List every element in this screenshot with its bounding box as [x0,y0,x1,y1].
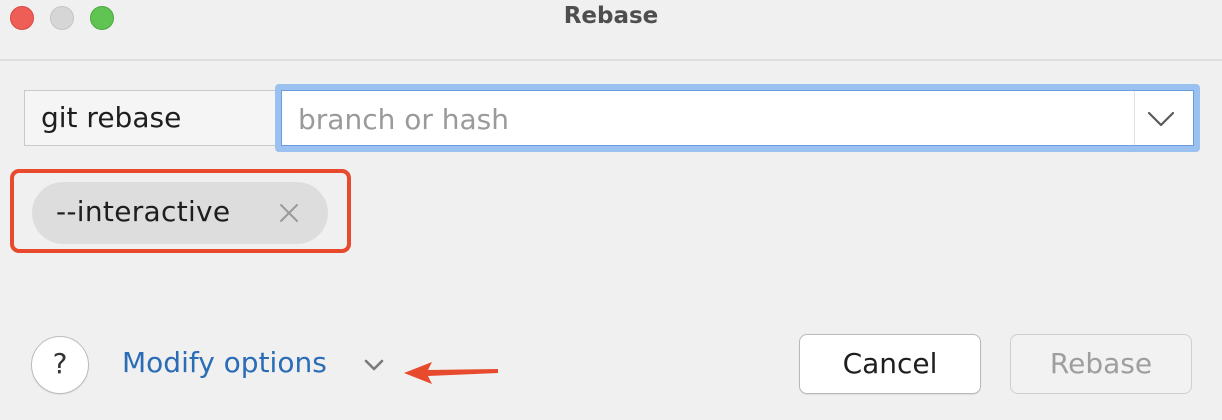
rebase-button[interactable]: Rebase [1010,334,1192,394]
modify-options-link[interactable]: Modify options [122,346,327,386]
chevron-down-icon[interactable] [363,357,385,373]
window-title: Rebase [563,3,659,29]
combobox-separator [1134,91,1135,145]
option-chip-interactive[interactable]: --interactive [32,182,328,244]
chevron-down-icon[interactable] [1141,99,1181,139]
branch-input[interactable] [298,99,1118,139]
cancel-button[interactable]: Cancel [799,334,981,394]
branch-combobox-field [281,90,1194,146]
git-rebase-label: git rebase [24,90,276,146]
option-chip-label: --interactive [56,195,231,228]
close-icon[interactable] [278,202,300,224]
branch-combobox[interactable] [275,84,1200,152]
annotation-arrow-icon [404,362,498,384]
help-button[interactable]: ? [31,336,89,394]
title-divider [0,59,1222,61]
rebase-dialog: Rebase git rebase --interactive ? Modify… [0,0,1222,420]
title-bar: Rebase [0,0,1222,60]
